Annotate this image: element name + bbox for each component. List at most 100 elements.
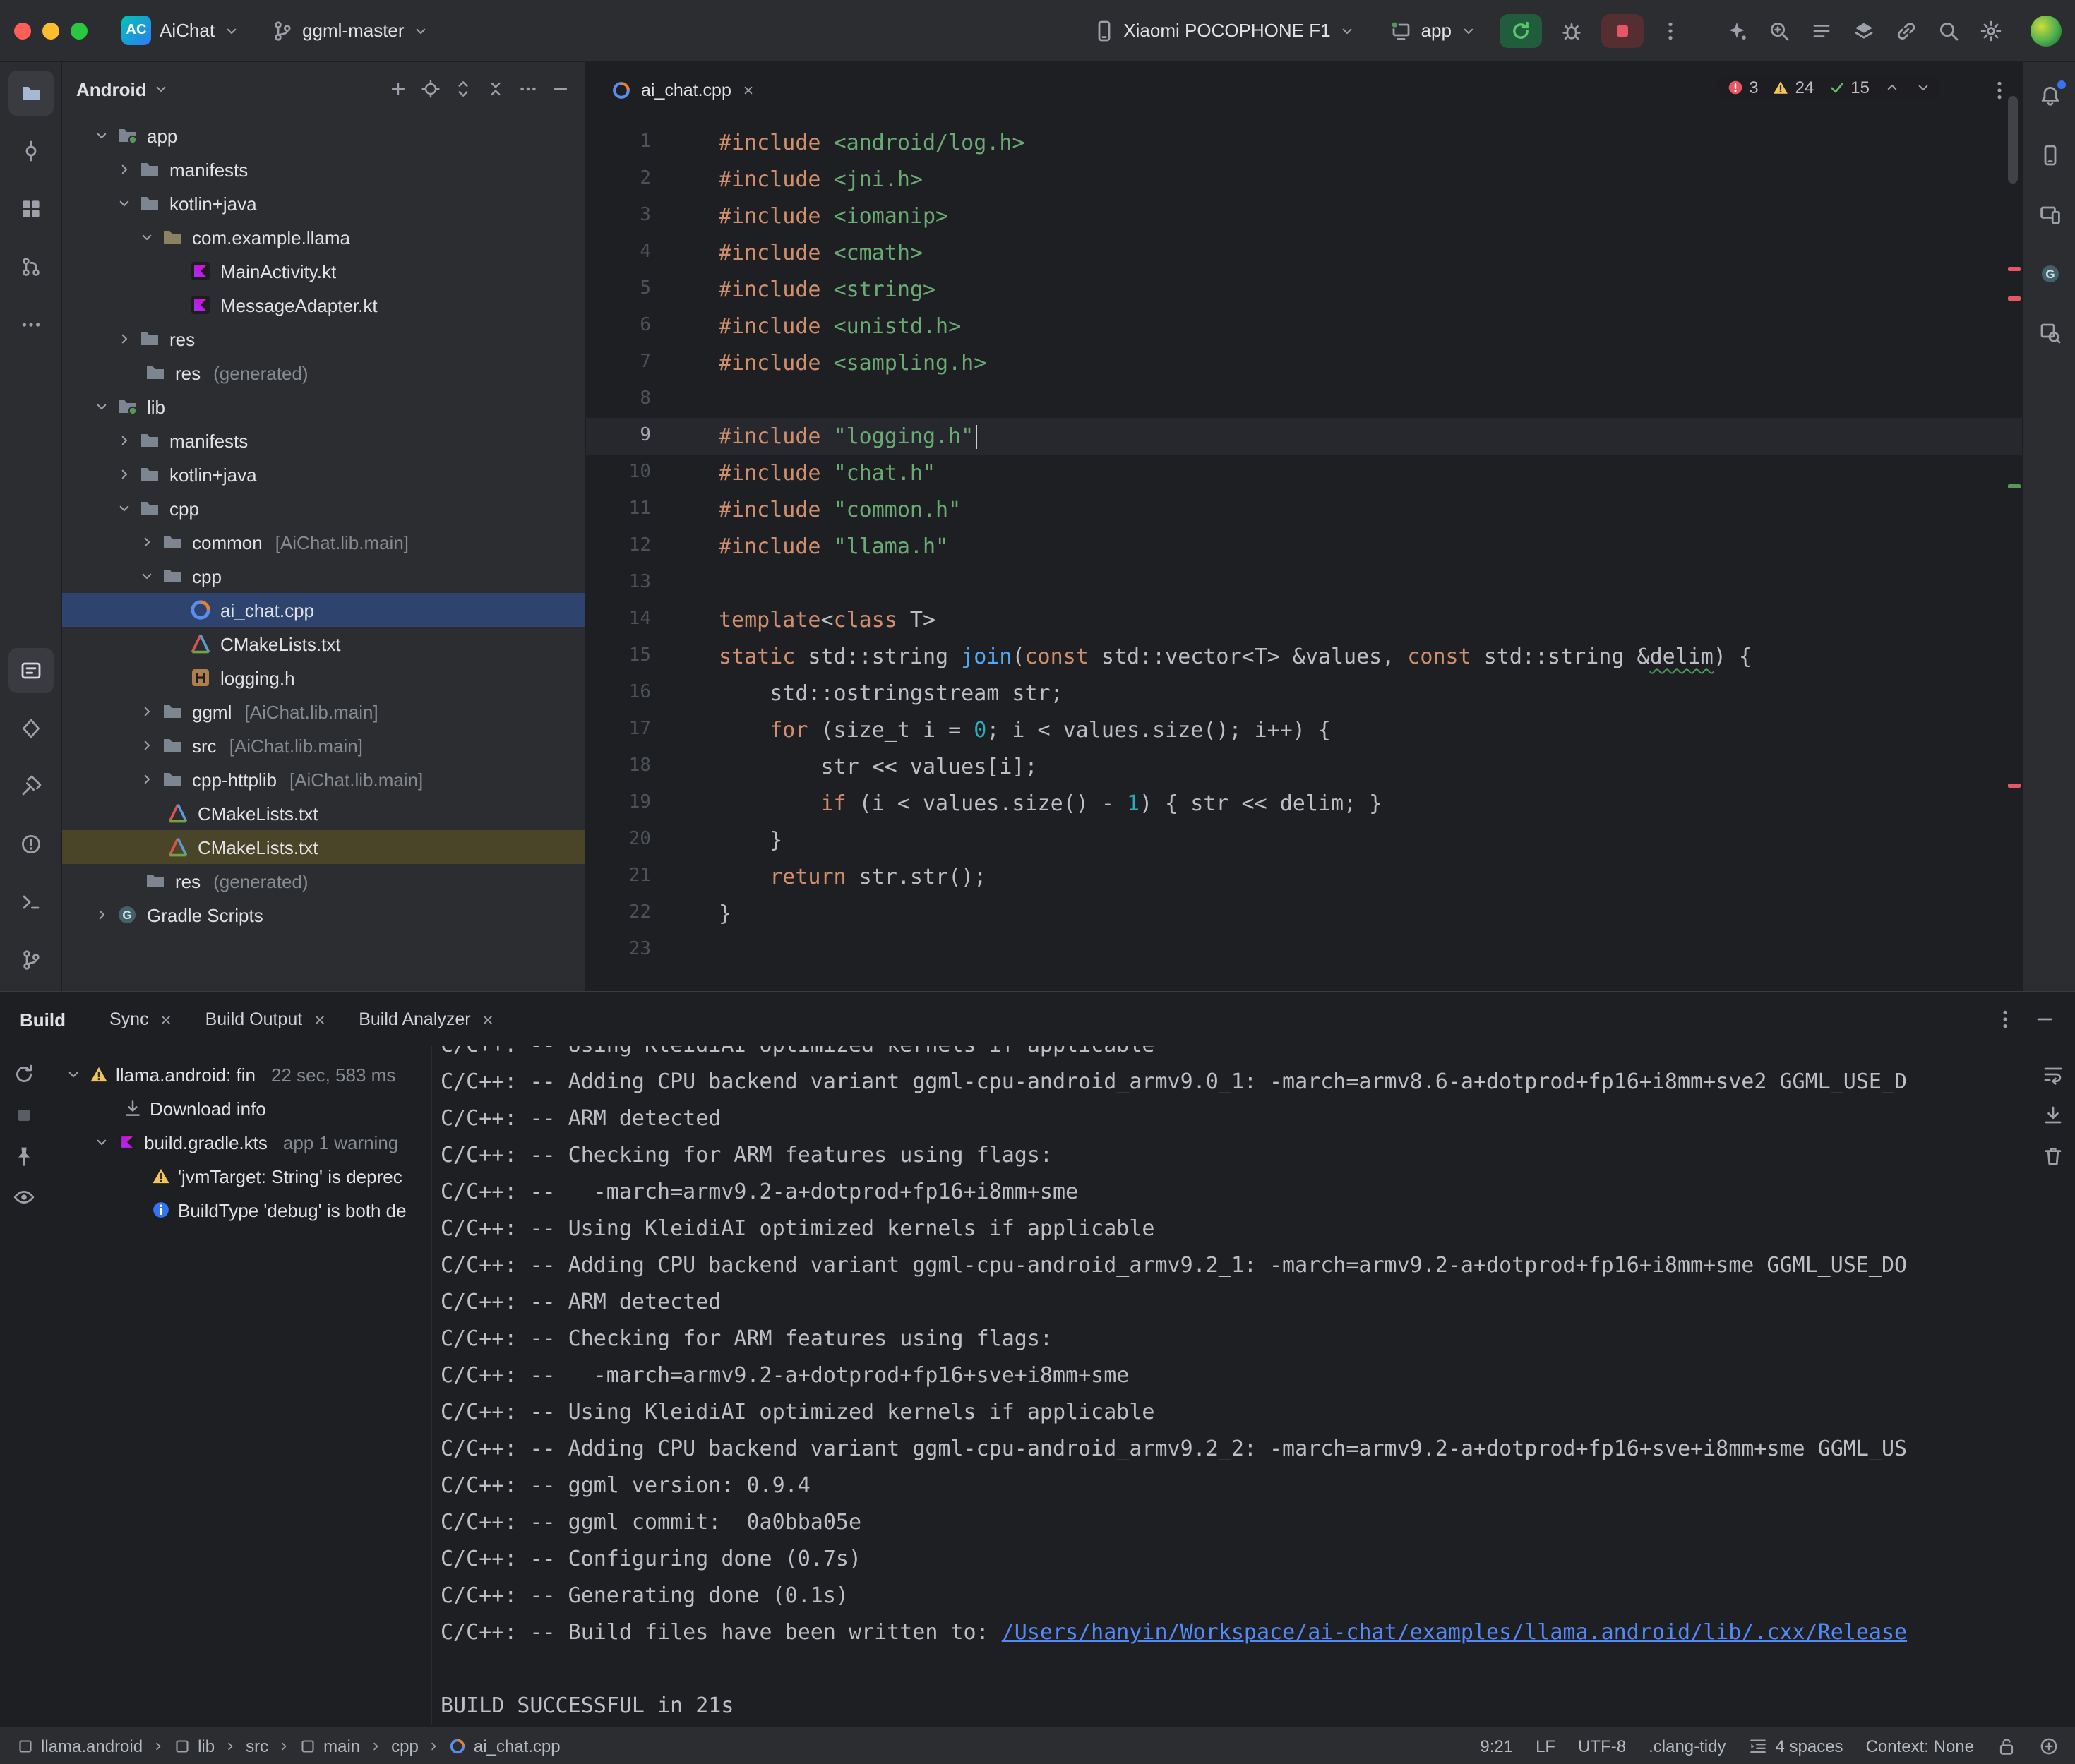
tree-item-ai-chat-cpp[interactable]: ai_chat.cpp	[62, 593, 585, 627]
breadcrumb-lib[interactable]: lib	[174, 1736, 215, 1756]
tree-item-src[interactable]: src[AiChat.lib.main]	[62, 728, 585, 762]
tree-item-common[interactable]: common[AiChat.lib.main]	[62, 525, 585, 559]
chevron-down-icon[interactable]	[93, 127, 110, 144]
problems-icon[interactable]	[8, 822, 53, 867]
add-icon[interactable]	[388, 79, 408, 99]
search-everywhere-icon[interactable]	[1937, 19, 1960, 42]
chevron-right-icon[interactable]	[93, 906, 110, 923]
run-button[interactable]	[1500, 13, 1542, 47]
running-devices-icon[interactable]	[2027, 192, 2072, 237]
tree-item-res[interactable]: res(generated)	[62, 356, 585, 390]
status-4-spaces[interactable]: 4 spaces	[1749, 1736, 1843, 1756]
soft-wrap-icon[interactable]	[2042, 1063, 2064, 1086]
status-clang-tidy[interactable]: .clang-tidy	[1649, 1736, 1726, 1756]
hide-icon[interactable]	[551, 79, 570, 99]
chevron-right-icon[interactable]	[138, 703, 155, 720]
hide-build-panel-icon[interactable]	[2033, 1008, 2056, 1031]
breadcrumb-main[interactable]: main	[299, 1736, 360, 1756]
tree-item-kotlin-java[interactable]: kotlin+java	[62, 457, 585, 491]
build-tree-item-llama-android-fin[interactable]: llama.android: fin22 sec, 583 ms	[48, 1057, 431, 1091]
project-widget[interactable]: AC AiChat	[110, 10, 251, 51]
breadcrumb-cpp[interactable]: cpp	[391, 1736, 419, 1756]
tree-item-cmakelists-txt[interactable]: CMakeLists.txt	[62, 830, 585, 864]
pin-icon[interactable]	[13, 1145, 35, 1168]
tab-options-icon[interactable]	[1988, 79, 2011, 102]
tree-item-gradle-scripts[interactable]: GGradle Scripts	[62, 898, 585, 932]
tree-item-cmakelists-txt[interactable]: CMakeLists.txt	[62, 796, 585, 830]
translate-icon[interactable]	[1726, 19, 1748, 42]
sync-icon[interactable]	[13, 1063, 35, 1086]
build-variants-icon[interactable]	[1853, 19, 1875, 42]
tree-item-kotlin-java[interactable]: kotlin+java	[62, 186, 585, 220]
breadcrumb-llama-android[interactable]: llama.android	[17, 1736, 143, 1756]
tree-item-cpp-httplib[interactable]: cpp-httplib[AiChat.lib.main]	[62, 762, 585, 796]
locate-icon[interactable]	[421, 79, 441, 99]
vcs-branch-widget[interactable]: ggml-master	[260, 13, 441, 47]
eye-icon[interactable]	[13, 1186, 35, 1208]
chevron-right-icon[interactable]	[116, 330, 133, 347]
editor-tab[interactable]: ai_chat.cpp	[597, 72, 770, 109]
breadcrumb-src[interactable]: src	[246, 1736, 268, 1756]
tree-item-logging-h[interactable]: logging.h	[62, 661, 585, 695]
tree-item-mainactivity-kt[interactable]: MainActivity.kt	[62, 254, 585, 288]
prev-issue-button[interactable]	[1884, 79, 1901, 96]
next-issue-button[interactable]	[1915, 79, 1932, 96]
device-manager-icon[interactable]	[2027, 133, 2072, 178]
editor-scrollbar-thumb[interactable]	[2008, 96, 2018, 184]
chevron-down-icon[interactable]	[116, 195, 133, 212]
build-icon[interactable]	[8, 764, 53, 809]
project-view-selector[interactable]: Android	[76, 78, 169, 100]
task-list-icon[interactable]	[1810, 19, 1833, 42]
more-tools-icon[interactable]	[8, 302, 53, 347]
chevron-down-icon[interactable]	[138, 229, 155, 246]
insights-icon[interactable]	[8, 706, 53, 751]
tree-item-cmakelists-txt[interactable]: CMakeLists.txt	[62, 627, 585, 661]
status-highlight-icon[interactable]	[2039, 1736, 2059, 1756]
chevron-down-icon[interactable]	[65, 1066, 82, 1083]
chevron-right-icon[interactable]	[116, 432, 133, 449]
commit-icon[interactable]	[8, 128, 53, 174]
project-icon[interactable]	[8, 71, 53, 116]
breadcrumb-ai-chat-cpp[interactable]: ai_chat.cpp	[450, 1736, 561, 1756]
code-editor[interactable]: 1#include <android/log.h>2#include <jni.…	[586, 119, 2022, 991]
device-selector[interactable]: Xiaomi POCOPHONE F1	[1081, 13, 1367, 47]
status-unlock-icon[interactable]	[1997, 1736, 2016, 1756]
build-tab-sync[interactable]: Sync	[97, 1002, 187, 1036]
run-config-selector[interactable]: app	[1379, 13, 1488, 47]
more-icon[interactable]	[518, 79, 538, 99]
stop-disabled-icon[interactable]	[13, 1104, 35, 1127]
close-icon[interactable]	[312, 1012, 328, 1027]
tree-item-app[interactable]: app	[62, 119, 585, 152]
chevron-right-icon[interactable]	[138, 737, 155, 754]
tree-item-messageadapter-kt[interactable]: MessageAdapter.kt	[62, 288, 585, 322]
terminal-icon[interactable]	[8, 880, 53, 925]
tree-item-manifests[interactable]: manifests	[62, 152, 585, 186]
chevron-down-icon[interactable]	[93, 1134, 110, 1151]
tree-item-cpp[interactable]: cpp	[62, 559, 585, 593]
more-run-options-button[interactable]	[1655, 12, 1686, 49]
notifications-icon[interactable]	[2027, 73, 2072, 119]
debug-button[interactable]	[1553, 12, 1590, 49]
collapse-all-icon[interactable]	[486, 79, 506, 99]
console-link[interactable]: /Users/hanyin/Workspace/ai-chat/examples…	[1002, 1619, 1907, 1645]
structure-icon[interactable]	[8, 186, 53, 232]
build-options-icon[interactable]	[1994, 1008, 2016, 1031]
scroll-to-end-icon[interactable]	[2042, 1104, 2064, 1127]
build-tree-item-build-gradle-kts[interactable]: build.gradle.ktsapp 1 warning	[48, 1125, 431, 1159]
pull-requests-icon[interactable]	[8, 244, 53, 289]
tree-item-lib[interactable]: lib	[62, 390, 585, 424]
minimize-window-button[interactable]	[42, 22, 59, 39]
device-mirror-icon[interactable]	[1895, 19, 1918, 42]
inspections-widget[interactable]: 3 24 15	[1718, 75, 1940, 100]
build-tree-item-buildtype-debug-is-both-de[interactable]: BuildType 'debug' is both de	[48, 1193, 431, 1227]
close-window-button[interactable]	[14, 22, 31, 39]
chevron-down-icon[interactable]	[138, 568, 155, 584]
tree-item-res[interactable]: res	[62, 322, 585, 356]
expand-all-icon[interactable]	[453, 79, 473, 99]
close-icon[interactable]	[159, 1012, 174, 1027]
tree-item-res[interactable]: res(generated)	[62, 864, 585, 898]
build-tab-build-analyzer[interactable]: Build Analyzer	[346, 1002, 508, 1036]
chevron-right-icon[interactable]	[116, 161, 133, 178]
chevron-right-icon[interactable]	[138, 771, 155, 788]
logcat-icon[interactable]	[8, 648, 53, 693]
